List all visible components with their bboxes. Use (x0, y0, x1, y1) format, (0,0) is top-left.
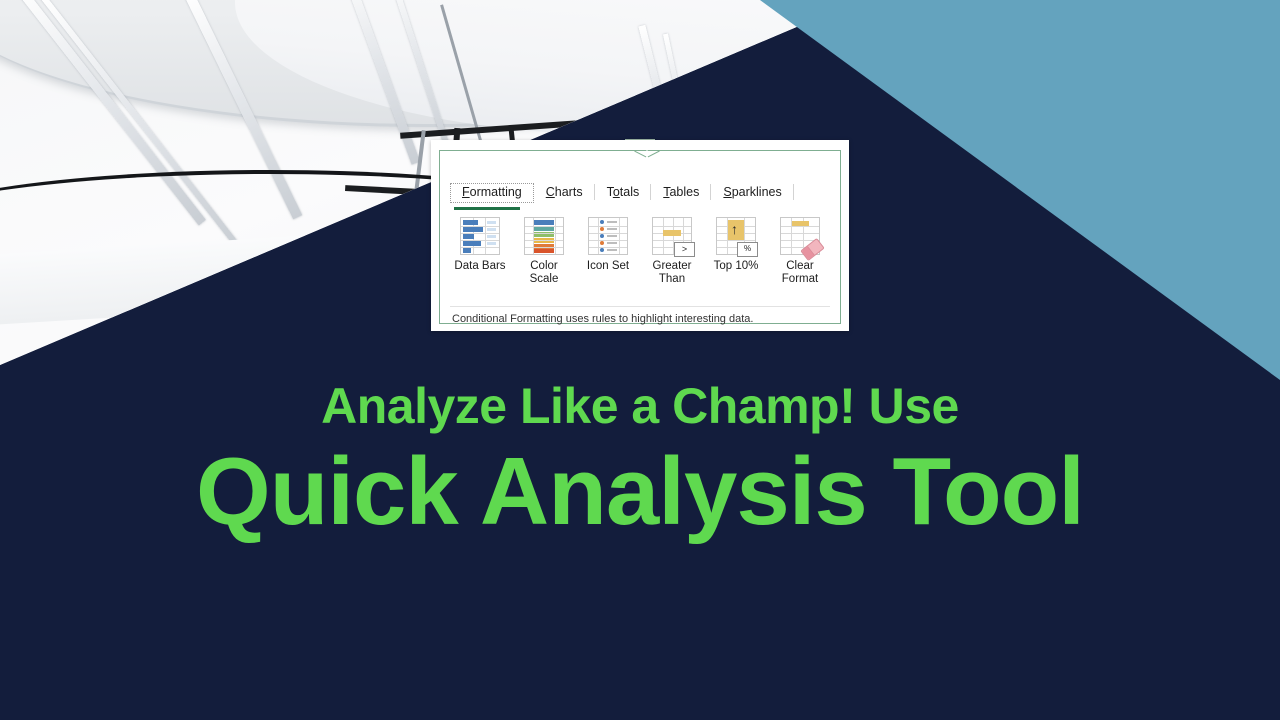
tab-totals[interactable]: Totals (595, 183, 652, 203)
formatting-gallery: Data Bars Color Scale Icon Set > Greater… (448, 217, 832, 299)
quick-analysis-panel-frame: Formatting Charts Totals Tables Sparklin… (439, 150, 841, 325)
gallery-item-icon-set[interactable]: Icon Set (576, 217, 640, 299)
gallery-label-icon-set: Icon Set (586, 260, 630, 272)
top-ten-percent-icon: ↑ % (716, 217, 758, 257)
gallery-item-greater-than[interactable]: > Greater Than (640, 217, 704, 299)
gallery-label-data-bars: Data Bars (454, 260, 506, 272)
gallery-label-color-scale: Color Scale (529, 260, 559, 285)
tab-totals-accel: o (612, 185, 620, 199)
tab-charts[interactable]: Charts (534, 183, 595, 203)
gallery-item-color-scale[interactable]: Color Scale (512, 217, 576, 299)
gallery-label-top-ten-percent: Top 10% (713, 260, 759, 272)
headline-line-2: Quick Analysis Tool (196, 438, 1085, 545)
percent-badge: % (737, 242, 758, 257)
tab-totals-label: tals (619, 185, 640, 199)
gallery-item-top-ten-percent[interactable]: ↑ % Top 10% (704, 217, 768, 299)
clear-format-icon (780, 217, 825, 262)
slide-canvas: Formatting Charts Totals Tables Sparklin… (0, 0, 1280, 720)
tab-divider (792, 184, 794, 200)
arrow-up-icon: ↑ (731, 221, 738, 237)
tab-sparklines-accel: S (723, 185, 732, 199)
tab-tables[interactable]: Tables (651, 183, 712, 203)
color-scale-icon (524, 217, 564, 255)
tab-charts-accel: C (545, 185, 555, 199)
greater-than-badge: > (674, 242, 695, 257)
gallery-label-greater-than: Greater Than (652, 260, 692, 285)
tab-formatting-accel: F (462, 185, 470, 199)
gallery-item-data-bars[interactable]: Data Bars (448, 217, 512, 299)
tab-tables-label: ables (669, 185, 700, 199)
icon-set-icon (588, 217, 628, 255)
panel-divider (450, 306, 830, 307)
quick-analysis-panel: Formatting Charts Totals Tables Sparklin… (431, 140, 849, 331)
gallery-label-clear-format: Clear Format (781, 260, 819, 285)
quick-analysis-tabs: Formatting Charts Totals Tables Sparklin… (450, 183, 830, 209)
data-bars-icon (460, 217, 500, 255)
tab-charts-label: harts (554, 185, 583, 199)
greater-than-icon: > (652, 217, 695, 257)
panel-tip-text: Conditional Formatting uses rules to hig… (452, 313, 754, 325)
tab-formatting[interactable]: Formatting (450, 183, 534, 203)
tab-formatting-label: ormatting (469, 185, 522, 199)
tab-sparklines-label: parklines (731, 185, 782, 199)
headline-line-1: Analyze Like a Champ! Use (321, 378, 959, 434)
active-tab-underline (454, 207, 520, 210)
tab-sparklines[interactable]: Sparklines (711, 183, 794, 203)
gallery-item-clear-format[interactable]: Clear Format (768, 217, 832, 299)
headline-block: Analyze Like a Champ! Use Quick Analysis… (0, 378, 1280, 546)
